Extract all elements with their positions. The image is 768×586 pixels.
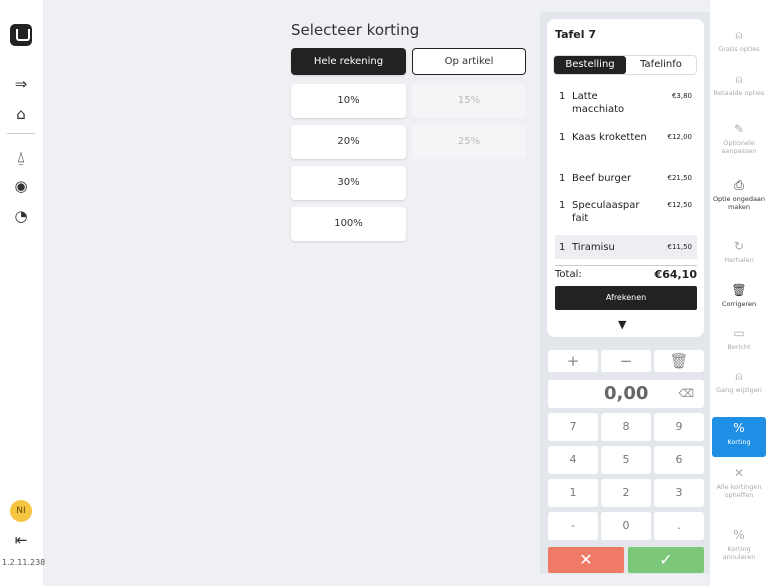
discount-25-button: 25% bbox=[412, 125, 526, 159]
item-qty: 1 bbox=[559, 242, 566, 253]
free-options-button[interactable]: ⍝ Gratis opties bbox=[712, 28, 766, 53]
course-icon: ⍝ bbox=[735, 369, 743, 383]
pie-chart-icon[interactable]: ◔ bbox=[9, 204, 33, 228]
item-name: Latte macchiato bbox=[572, 91, 625, 115]
item-qty: 1 bbox=[559, 132, 566, 143]
key-9[interactable]: 9 bbox=[654, 413, 704, 441]
per-item-button[interactable]: Op artikel bbox=[412, 48, 526, 75]
item-price: €21,50 bbox=[667, 174, 693, 182]
plus-button[interactable]: + bbox=[548, 350, 598, 372]
percent-icon: % bbox=[733, 528, 745, 542]
discount-20-button[interactable]: 20% bbox=[291, 125, 406, 159]
discount-10-button[interactable]: 10% bbox=[291, 84, 406, 118]
undo-option-button[interactable]: ⎙ Optie ongedaan maken bbox=[712, 178, 766, 211]
paid-options-button[interactable]: ⍝ Betaalde opties bbox=[712, 72, 766, 97]
undo-option-icon: ⎙ bbox=[734, 178, 744, 192]
item-qty: 1 bbox=[559, 200, 566, 211]
logout-icon[interactable]: ⇤ bbox=[9, 528, 33, 552]
key-minus[interactable]: - bbox=[548, 512, 598, 540]
chevron-down-icon[interactable]: ▼ bbox=[618, 318, 626, 331]
item-name: Kaas kroketten bbox=[572, 132, 647, 143]
close-icon: ✕ bbox=[579, 550, 593, 569]
item-price: €12,50 bbox=[667, 201, 693, 209]
trash-icon: 🗑 bbox=[731, 283, 747, 297]
amount-display: 0,00 ⌫ bbox=[548, 380, 704, 408]
avatar[interactable]: NI bbox=[10, 500, 32, 522]
order-item[interactable]: 1 Kaas kroketten €12,00 bbox=[555, 128, 697, 160]
cancel-button[interactable]: ✕ bbox=[548, 547, 624, 573]
cancel-discount-button[interactable]: % Korting annuleren bbox=[712, 528, 766, 561]
total-label: Total: bbox=[555, 269, 582, 280]
bell-service-icon: ⍝ bbox=[735, 28, 743, 42]
item-price: €3,80 bbox=[671, 92, 692, 100]
logo-icon[interactable] bbox=[10, 24, 32, 46]
page-title: Selecteer korting bbox=[291, 21, 420, 39]
key-7[interactable]: 7 bbox=[548, 413, 598, 441]
item-qty: 1 bbox=[559, 173, 566, 184]
bell-icon[interactable]: ⍙ bbox=[9, 145, 33, 169]
minus-button[interactable]: − bbox=[601, 350, 651, 372]
key-2[interactable]: 2 bbox=[601, 479, 651, 507]
correct-button[interactable]: 🗑 Corrigeren bbox=[712, 283, 766, 308]
check-icon: ✓ bbox=[659, 550, 673, 569]
message-icon: ▭ bbox=[733, 326, 745, 340]
eye-icon[interactable]: ◉ bbox=[9, 174, 33, 198]
home-icon[interactable]: ⌂ bbox=[9, 102, 33, 126]
whole-bill-button[interactable]: Hele rekening bbox=[291, 48, 406, 75]
discount-15-button: 15% bbox=[412, 84, 526, 118]
logout-arrow-icon[interactable]: ⇒ bbox=[9, 72, 33, 96]
amount-value: 0,00 bbox=[604, 383, 649, 404]
remove-all-discounts-button[interactable]: ✕ Alle kortingen opheffen bbox=[712, 466, 766, 499]
order-item[interactable]: 1 Speculaasparfait €12,50 bbox=[555, 196, 697, 228]
nav-divider bbox=[7, 133, 35, 134]
key-decimal[interactable]: . bbox=[654, 512, 704, 540]
item-name: Beef burger bbox=[572, 173, 632, 184]
repeat-button[interactable]: ↻ Herhalen bbox=[712, 239, 766, 264]
version-label: 1.2.11.238 bbox=[2, 558, 46, 567]
edit-icon: ✎ bbox=[733, 122, 745, 136]
adjust-options-button[interactable]: ✎ Optionele aanpassen bbox=[712, 122, 766, 155]
order-item[interactable]: 1 Beef burger €21,50 bbox=[555, 169, 697, 189]
discount-button[interactable]: % Korting bbox=[712, 417, 766, 457]
total-value: €64,10 bbox=[654, 268, 697, 281]
checkout-button[interactable]: Afrekenen bbox=[555, 286, 697, 310]
order-item[interactable]: 1 Latte macchiato €3,80 bbox=[555, 87, 697, 119]
key-8[interactable]: 8 bbox=[601, 413, 651, 441]
percent-icon: % bbox=[733, 421, 745, 435]
backspace-icon[interactable]: ⌫ bbox=[678, 387, 694, 400]
confirm-button[interactable]: ✓ bbox=[628, 547, 704, 573]
key-0[interactable]: 0 bbox=[601, 512, 651, 540]
key-6[interactable]: 6 bbox=[654, 446, 704, 474]
message-button[interactable]: ▭ Bericht bbox=[712, 326, 766, 351]
item-name: Tiramisu bbox=[572, 242, 615, 253]
key-1[interactable]: 1 bbox=[548, 479, 598, 507]
key-5[interactable]: 5 bbox=[601, 446, 651, 474]
trash-icon[interactable]: 🗑 bbox=[654, 350, 704, 372]
total-row: Total: €64,10 bbox=[555, 265, 697, 281]
tab-order[interactable]: Bestelling bbox=[554, 56, 626, 74]
table-title: Tafel 7 bbox=[555, 28, 597, 41]
item-qty: 1 bbox=[559, 91, 566, 102]
discount-100-button[interactable]: 100% bbox=[291, 207, 406, 241]
tab-table-info[interactable]: Tafelinfo bbox=[626, 56, 696, 74]
item-name: Speculaasparfait bbox=[572, 200, 640, 224]
left-nav: ⇒ ⌂ ⍙ ◉ ◔ NI ⇤ 1.2.11.238 bbox=[0, 0, 46, 586]
close-icon: ✕ bbox=[733, 466, 745, 480]
bell-service-icon: ⍝ bbox=[735, 72, 743, 86]
item-price: €12,00 bbox=[667, 133, 693, 141]
order-item-selected[interactable]: 1 Tiramisu €11,50 bbox=[555, 235, 697, 259]
key-4[interactable]: 4 bbox=[548, 446, 598, 474]
item-price: €11,50 bbox=[667, 243, 693, 251]
discount-30-button[interactable]: 30% bbox=[291, 166, 406, 200]
key-3[interactable]: 3 bbox=[654, 479, 704, 507]
change-course-button[interactable]: ⍝ Gang wijzigen bbox=[712, 369, 766, 394]
repeat-icon: ↻ bbox=[733, 239, 745, 253]
order-tabs: Bestelling Tafelinfo bbox=[553, 55, 697, 75]
